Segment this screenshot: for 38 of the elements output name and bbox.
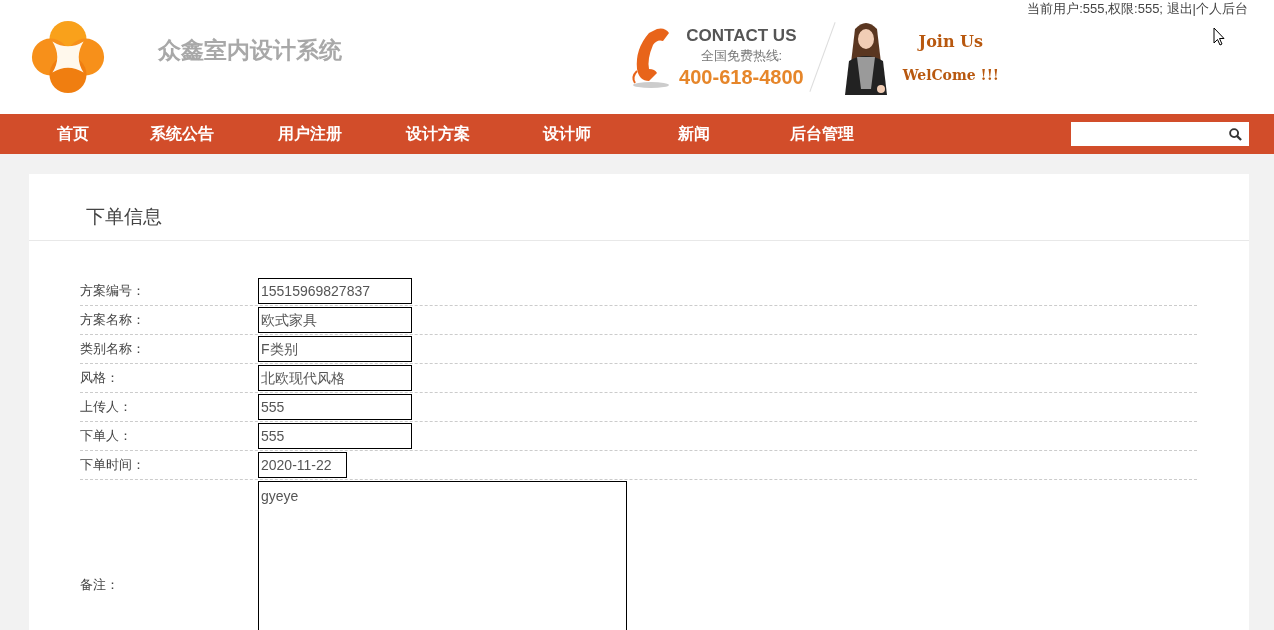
input-field[interactable]: 15515969827837 [258,278,412,304]
input-field[interactable]: F类别 [258,336,412,362]
input-field[interactable]: 555 [258,394,412,420]
search-icon[interactable] [1229,127,1242,141]
nav-item[interactable]: 用户注册 [278,123,342,145]
field-label: 下单时间： [80,456,146,474]
user-info: 当前用户:555,权限:555; [1027,1,1163,16]
cursor-icon [1213,27,1225,46]
logo-icon [29,18,107,96]
field-label: 下单人： [80,427,133,445]
input-field[interactable]: 欧式家具 [258,307,412,333]
logout-link[interactable]: 退出 [1166,1,1193,16]
backend-link[interactable]: 个人后台 [1196,1,1248,16]
contact-heading: CONTACT US [686,25,797,46]
field-label: 方案名称： [80,311,146,329]
nav-item[interactable]: 后台管理 [790,123,854,145]
field-label: 备注： [80,576,120,594]
nav-item[interactable]: 设计师 [543,123,591,145]
input-field[interactable]: 555 [258,423,412,449]
nav-item[interactable]: 系统公告 [150,123,214,145]
field-label: 方案编号： [80,282,146,300]
nav-item[interactable]: 首页 [57,123,89,145]
input-field[interactable]: 北欧现代风格 [258,365,412,391]
hotline-number: 400-618-4800 [679,65,804,89]
hotline-label: 全国免费热线: [700,46,783,65]
field-label: 类别名称： [80,340,146,358]
search-field[interactable] [1071,122,1249,146]
site-title: 众鑫室内设计系统 [158,35,342,65]
join-us-text: Join Us [918,31,984,51]
field-label: 上传人： [80,398,133,416]
nav-item[interactable]: 新闻 [678,123,710,145]
panel-title: 下单信息 [29,174,1249,241]
link-separator: | [1192,1,1196,16]
nav-item[interactable]: 设计方案 [406,123,470,145]
date-field[interactable]: 2020-11-22 [258,452,347,478]
welcome-text: WelCome !!! [902,66,999,83]
field-label: 风格： [80,369,120,387]
notes-field[interactable]: gyeye [258,481,627,630]
